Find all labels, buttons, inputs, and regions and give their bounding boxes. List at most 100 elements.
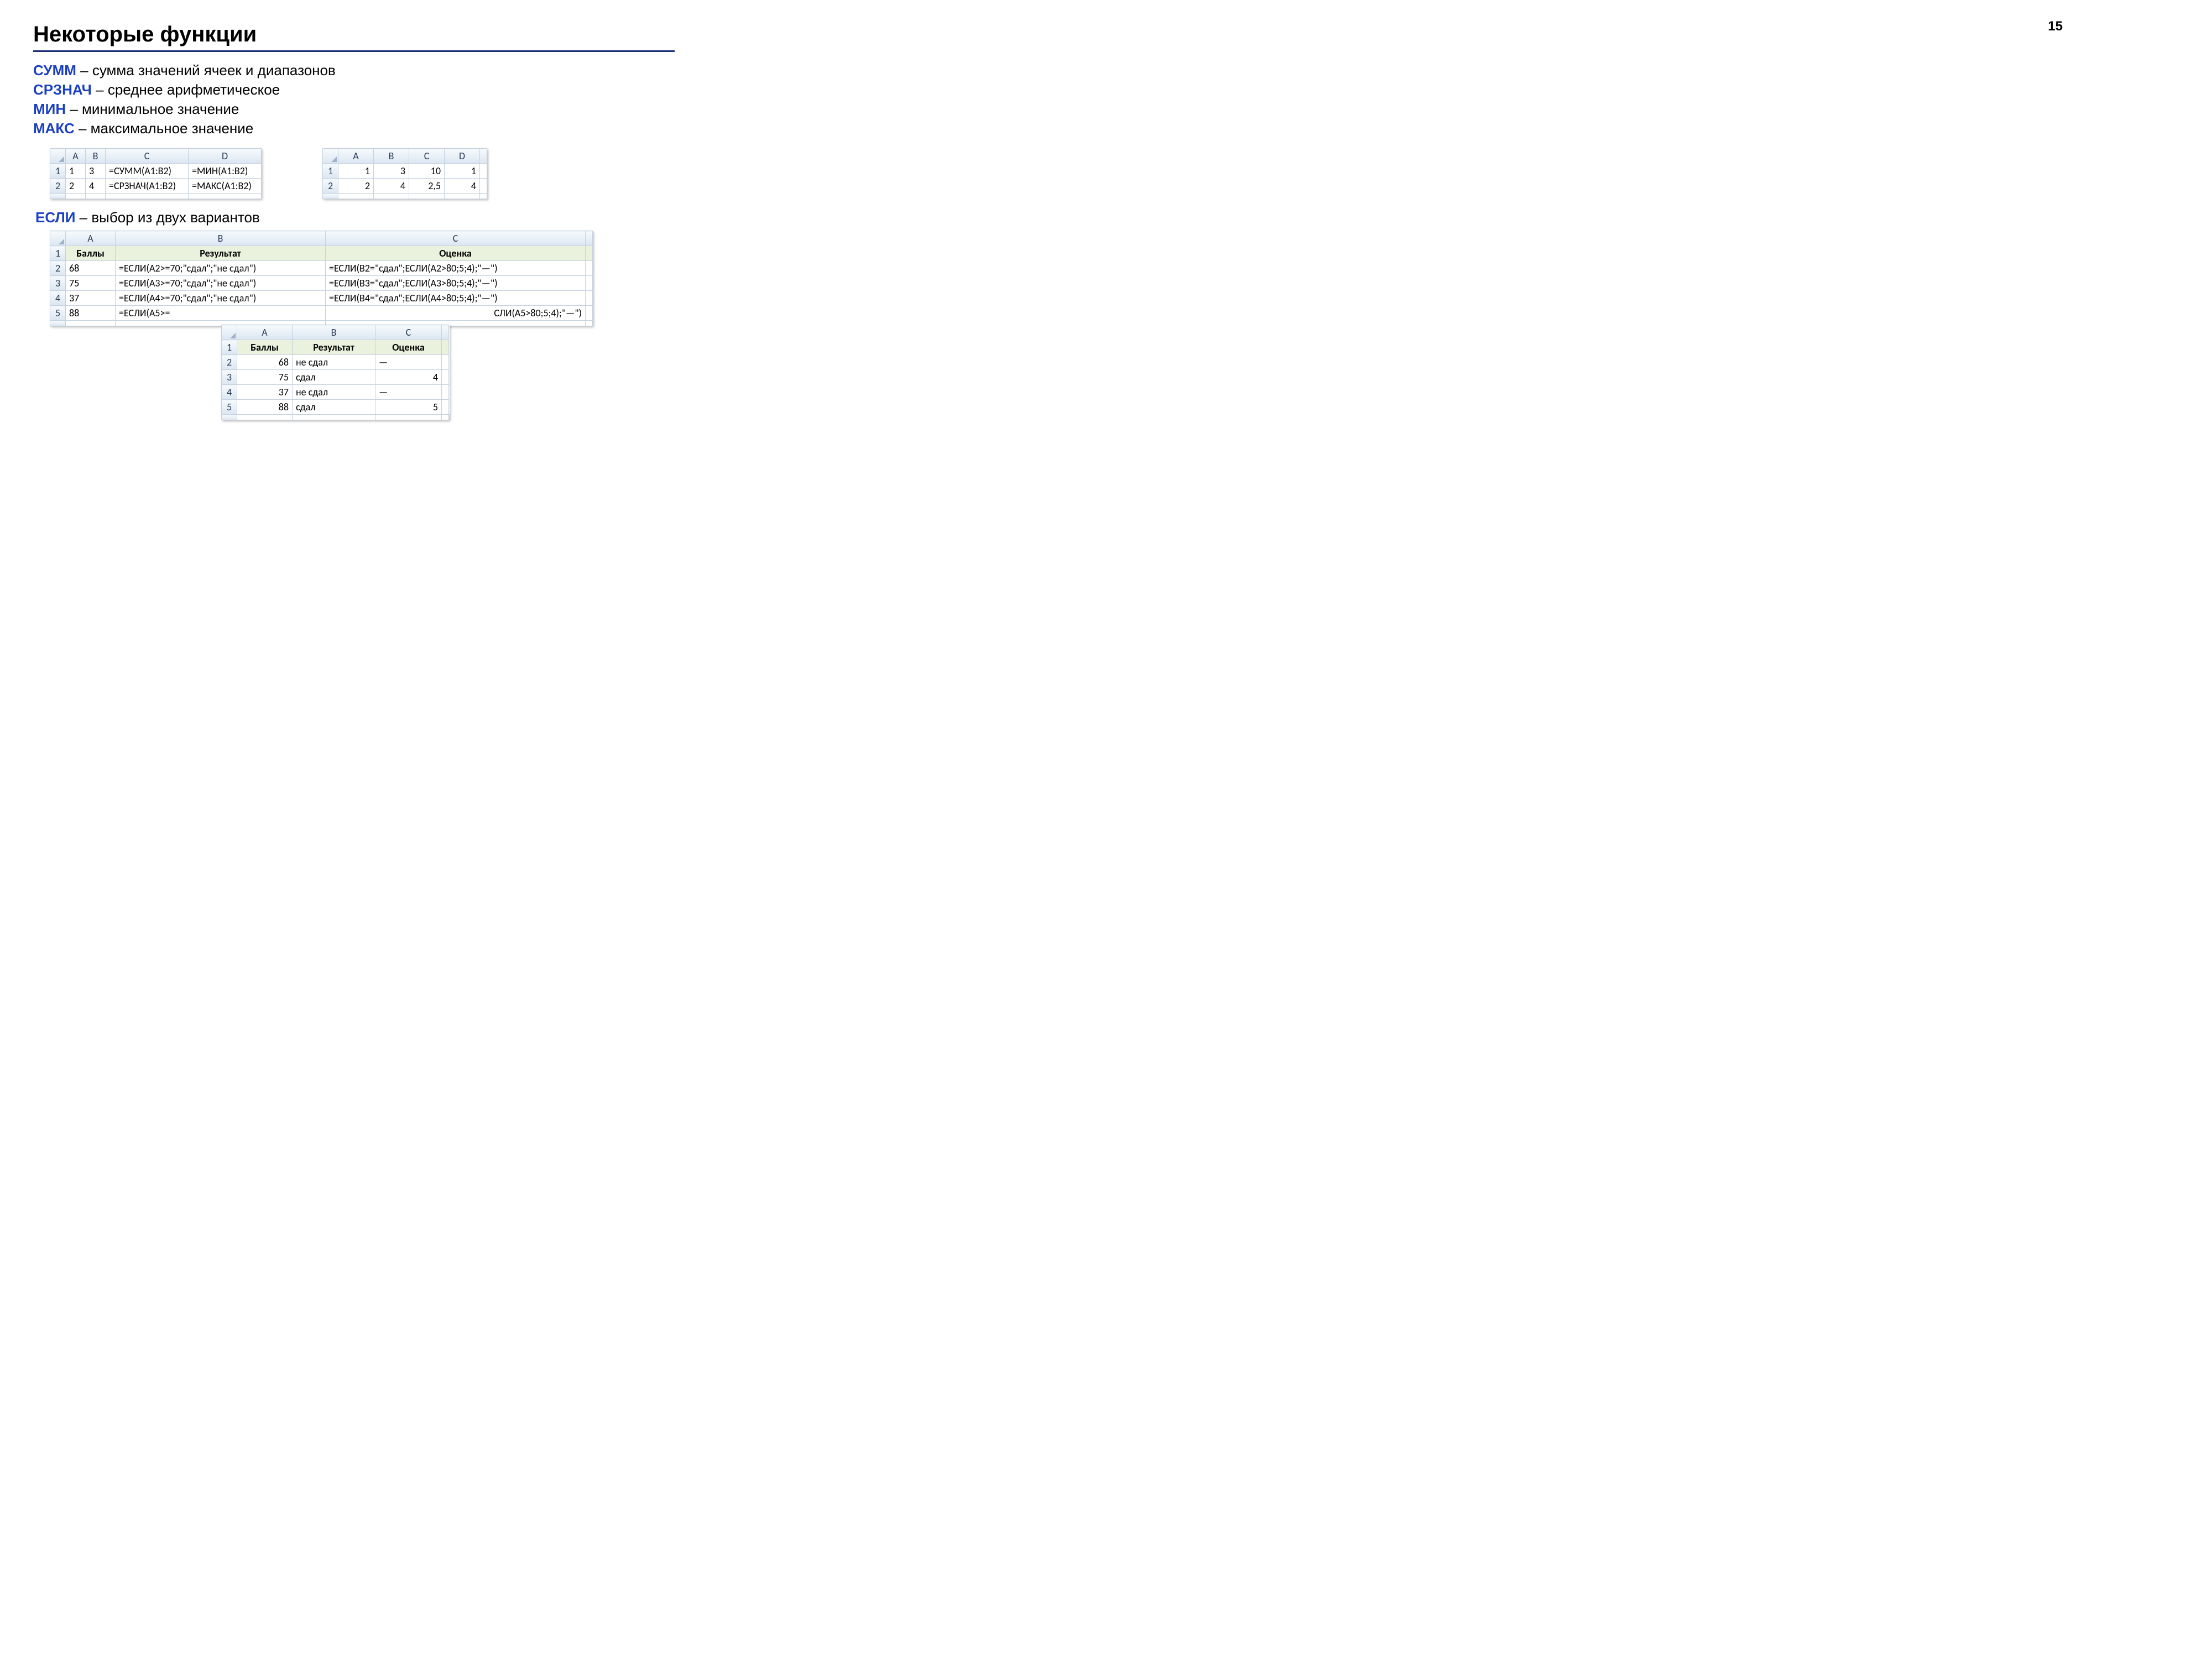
func-name: СУММ (33, 62, 76, 79)
cell: 75 (237, 370, 293, 385)
col-header (586, 231, 593, 246)
func-desc: – сумма значений ячеек и диапазонов (76, 62, 336, 79)
cell: 1 (338, 164, 374, 179)
cell: =ЕСЛИ(A3>=70;"сдал";"не сдал") (116, 276, 326, 291)
cell: 88 (237, 400, 293, 415)
func-name: ЕСЛИ (35, 209, 75, 226)
col-header: B (374, 149, 409, 164)
cell: 68 (66, 261, 116, 276)
page-title: Некоторые функции (33, 22, 675, 47)
cell: =МАКС(A1:B2) (189, 179, 262, 194)
cell-header: Баллы (237, 340, 293, 355)
cell: =ЕСЛИ(A5>= (116, 306, 326, 321)
cell: =ЕСЛИ(B4="сдал";ЕСЛИ(A4>80;5;4);"—") (326, 291, 586, 306)
row-header: 1 (50, 246, 66, 261)
col-header (442, 325, 449, 340)
col-header: A (338, 149, 374, 164)
row-header: 2 (50, 261, 66, 276)
func-name: МИН (33, 101, 66, 117)
col-header: C (409, 149, 445, 164)
cell: 1 (66, 164, 86, 179)
func-max: МАКС – максимальное значение (33, 119, 675, 138)
cell: — (375, 355, 442, 370)
func-name: МАКС (33, 120, 75, 137)
cell: =МИН(A1:B2) (189, 164, 262, 179)
col-header: D (445, 149, 480, 164)
cell: 4 (375, 370, 442, 385)
cell: 4 (374, 179, 409, 194)
grid-corner (222, 325, 237, 340)
col-header: A (66, 149, 86, 164)
cell: 5 (375, 400, 442, 415)
func-desc: – максимальное значение (75, 120, 254, 137)
cell: 37 (237, 385, 293, 400)
func-avg: СРЗНАЧ – среднее арифметическое (33, 80, 675, 100)
cell: 10 (409, 164, 445, 179)
func-sum: СУММ – сумма значений ячеек и диапазонов (33, 61, 675, 80)
grid-corner (50, 149, 66, 164)
col-header: A (66, 231, 116, 246)
grid-formulas: A B C D 1 1 3 =СУММ(A1:B2) =МИН(A1:B2) 2… (50, 148, 262, 199)
cell: не сдал (293, 355, 375, 370)
col-header: C (106, 149, 189, 164)
col-header: C (375, 325, 442, 340)
cell: — (375, 385, 442, 400)
cell: 2,5 (409, 179, 445, 194)
cell: =ЕСЛИ(A4>=70;"сдал";"не сдал") (116, 291, 326, 306)
func-desc: – среднее арифметическое (92, 81, 280, 98)
grid-corner (323, 149, 338, 164)
cell: =ЕСЛИ(B2="сдал";ЕСЛИ(A2>80;5;4);"—") (326, 261, 586, 276)
cell: 4 (86, 179, 106, 194)
cell-header: Оценка (326, 246, 586, 261)
row-header: 5 (222, 400, 237, 415)
grid-if-formulas: A B C 1 Баллы Результат Оценка 2 68 =ЕСЛ… (50, 231, 593, 326)
cell: 4 (445, 179, 480, 194)
cell: =СУММ(A1:B2) (106, 164, 189, 179)
func-min: МИН – минимальное значение (33, 100, 675, 119)
row-header: 2 (323, 179, 338, 194)
func-desc: – минимальное значение (66, 101, 239, 117)
col-header (480, 149, 487, 164)
row-header: 1 (50, 164, 66, 179)
cell: 1 (445, 164, 480, 179)
row-header: 5 (50, 306, 66, 321)
row-header: 3 (222, 370, 237, 385)
func-desc: – выбор из двух вариантов (75, 209, 259, 226)
grid-if-results: A B C 1 Баллы Результат Оценка 2 68 не с… (221, 325, 450, 420)
cell: СЛИ(A5>80;5;4);"—") (326, 306, 586, 321)
function-list: СУММ – сумма значений ячеек и диапазонов… (33, 61, 675, 138)
col-header: B (86, 149, 106, 164)
cell-header: Оценка (375, 340, 442, 355)
cell: не сдал (293, 385, 375, 400)
row-header: 2 (222, 355, 237, 370)
cell: сдал (293, 370, 375, 385)
cell: =ЕСЛИ(B3="сдал";ЕСЛИ(A3>80;5;4);"—") (326, 276, 586, 291)
cell: 2 (338, 179, 374, 194)
if-subhead: ЕСЛИ – выбор из двух вариантов (35, 209, 675, 226)
cell: 37 (66, 291, 116, 306)
col-header: B (293, 325, 375, 340)
cell: =ЕСЛИ(A2>=70;"сдал";"не сдал") (116, 261, 326, 276)
cell: 88 (66, 306, 116, 321)
grid-values: A B C D 1 1 3 10 1 2 2 4 2,5 4 (322, 148, 487, 199)
func-name: СРЗНАЧ (33, 81, 92, 98)
cell: сдал (293, 400, 375, 415)
cell-header: Баллы (66, 246, 116, 261)
cell: 3 (374, 164, 409, 179)
page-number: 15 (2048, 19, 2063, 34)
row-header: 3 (50, 276, 66, 291)
row-header: 2 (50, 179, 66, 194)
col-header: C (326, 231, 586, 246)
cell: 2 (66, 179, 86, 194)
col-header: A (237, 325, 293, 340)
row-header: 4 (50, 291, 66, 306)
grid-corner (50, 231, 66, 246)
row-header: 4 (222, 385, 237, 400)
cell: =СРЗНАЧ(A1:B2) (106, 179, 189, 194)
row-header: 1 (323, 164, 338, 179)
cell: 68 (237, 355, 293, 370)
col-header: D (189, 149, 262, 164)
cell: 75 (66, 276, 116, 291)
cell: 3 (86, 164, 106, 179)
cell-header: Результат (293, 340, 375, 355)
